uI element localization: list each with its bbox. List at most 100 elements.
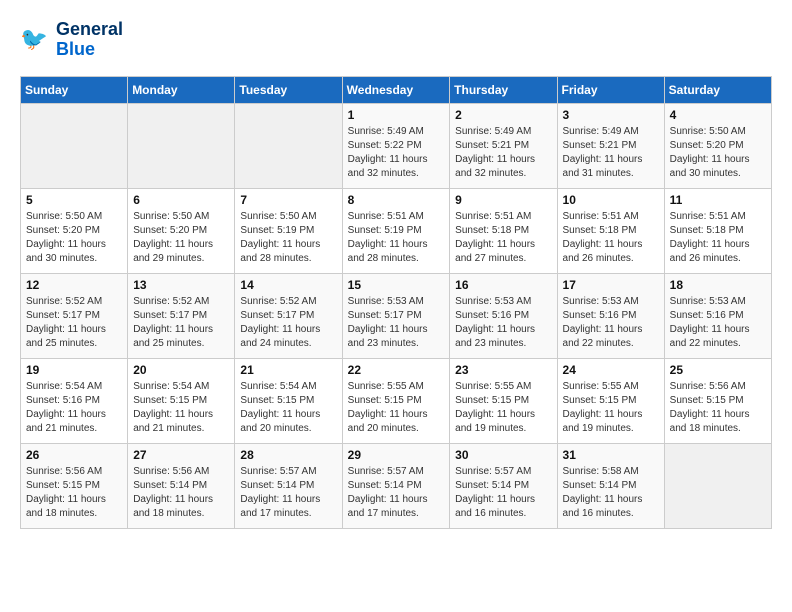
day-number: 14 — [240, 278, 336, 292]
logo-icon: 🐦 — [20, 24, 52, 56]
day-info: Sunrise: 5:50 AM Sunset: 5:20 PM Dayligh… — [133, 210, 229, 266]
day-info: Sunrise: 5:56 AM Sunset: 5:14 PM Dayligh… — [133, 465, 229, 521]
day-number: 5 — [26, 193, 122, 207]
column-header-friday: Friday — [557, 76, 664, 103]
day-info: Sunrise: 5:51 AM Sunset: 5:18 PM Dayligh… — [455, 210, 551, 266]
day-number: 24 — [563, 363, 659, 377]
day-info: Sunrise: 5:54 AM Sunset: 5:16 PM Dayligh… — [26, 380, 122, 436]
day-number: 23 — [455, 363, 551, 377]
day-cell: 30 Sunrise: 5:57 AM Sunset: 5:14 PM Dayli… — [450, 443, 557, 528]
day-cell: 20 Sunrise: 5:54 AM Sunset: 5:15 PM Dayli… — [128, 358, 235, 443]
day-info: Sunrise: 5:50 AM Sunset: 5:19 PM Dayligh… — [240, 210, 336, 266]
day-number: 9 — [455, 193, 551, 207]
day-number: 27 — [133, 448, 229, 462]
week-row-5: 26Sunrise: 5:56 AM Sunset: 5:15 PM Dayli… — [21, 443, 772, 528]
day-number: 7 — [240, 193, 336, 207]
column-header-sunday: Sunday — [21, 76, 128, 103]
day-cell: 13Sunrise: 5:52 AM Sunset: 5:17 PM Dayli… — [128, 273, 235, 358]
day-info: Sunrise: 5:53 AM Sunset: 5:16 PM Dayligh… — [455, 295, 551, 351]
header-row: SundayMondayTuesdayWednesdayThursdayFrid… — [21, 76, 772, 103]
column-header-wednesday: Wednesday — [342, 76, 450, 103]
day-cell: 5 Sunrise: 5:50 AM Sunset: 5:20 PM Daylig… — [21, 188, 128, 273]
logo: 🐦 General Blue — [20, 20, 123, 60]
day-cell — [235, 103, 342, 188]
calendar-body: 1 Sunrise: 5:49 AM Sunset: 5:22 PM Daylig… — [21, 103, 772, 528]
day-number: 19 — [26, 363, 122, 377]
day-cell: 11 Sunrise: 5:51 AM Sunset: 5:18 PM Dayli… — [664, 188, 771, 273]
day-info: Sunrise: 5:53 AM Sunset: 5:16 PM Dayligh… — [563, 295, 659, 351]
day-cell — [21, 103, 128, 188]
day-info: Sunrise: 5:51 AM Sunset: 5:19 PM Dayligh… — [348, 210, 445, 266]
day-cell: 1 Sunrise: 5:49 AM Sunset: 5:22 PM Daylig… — [342, 103, 450, 188]
day-number: 31 — [563, 448, 659, 462]
day-number: 16 — [455, 278, 551, 292]
day-cell: 12 Sunrise: 5:52 AM Sunset: 5:17 PM Dayli… — [21, 273, 128, 358]
day-info: Sunrise: 5:50 AM Sunset: 5:20 PM Dayligh… — [26, 210, 122, 266]
day-info: Sunrise: 5:54 AM Sunset: 5:15 PM Dayligh… — [133, 380, 229, 436]
day-info: Sunrise: 5:57 AM Sunset: 5:14 PM Dayligh… — [240, 465, 336, 521]
day-info: Sunrise: 5:49 AM Sunset: 5:21 PM Dayligh… — [455, 125, 551, 181]
day-cell: 26Sunrise: 5:56 AM Sunset: 5:15 PM Dayli… — [21, 443, 128, 528]
day-number: 12 — [26, 278, 122, 292]
logo-text: General Blue — [56, 20, 123, 60]
day-info: Sunrise: 5:51 AM Sunset: 5:18 PM Dayligh… — [563, 210, 659, 266]
day-cell — [128, 103, 235, 188]
day-cell: 21Sunrise: 5:54 AM Sunset: 5:15 PM Dayli… — [235, 358, 342, 443]
day-info: Sunrise: 5:53 AM Sunset: 5:17 PM Dayligh… — [348, 295, 445, 351]
day-info: Sunrise: 5:49 AM Sunset: 5:22 PM Dayligh… — [348, 125, 445, 181]
week-row-1: 1 Sunrise: 5:49 AM Sunset: 5:22 PM Daylig… — [21, 103, 772, 188]
day-cell: 27 Sunrise: 5:56 AM Sunset: 5:14 PM Dayli… — [128, 443, 235, 528]
day-cell: 24 Sunrise: 5:55 AM Sunset: 5:15 PM Dayli… — [557, 358, 664, 443]
day-number: 11 — [670, 193, 766, 207]
day-info: Sunrise: 5:51 AM Sunset: 5:18 PM Dayligh… — [670, 210, 766, 266]
week-row-4: 19 Sunrise: 5:54 AM Sunset: 5:16 PM Dayli… — [21, 358, 772, 443]
column-header-saturday: Saturday — [664, 76, 771, 103]
day-info: Sunrise: 5:52 AM Sunset: 5:17 PM Dayligh… — [240, 295, 336, 351]
day-cell: 8 Sunrise: 5:51 AM Sunset: 5:19 PM Daylig… — [342, 188, 450, 273]
day-cell: 6 Sunrise: 5:50 AM Sunset: 5:20 PM Daylig… — [128, 188, 235, 273]
day-info: Sunrise: 5:55 AM Sunset: 5:15 PM Dayligh… — [455, 380, 551, 436]
day-cell: 22Sunrise: 5:55 AM Sunset: 5:15 PM Dayli… — [342, 358, 450, 443]
day-number: 1 — [348, 108, 445, 122]
column-header-tuesday: Tuesday — [235, 76, 342, 103]
day-number: 25 — [670, 363, 766, 377]
day-number: 17 — [563, 278, 659, 292]
day-number: 21 — [240, 363, 336, 377]
day-cell: 19 Sunrise: 5:54 AM Sunset: 5:16 PM Dayli… — [21, 358, 128, 443]
svg-text:🐦: 🐦 — [20, 26, 48, 51]
day-number: 15 — [348, 278, 445, 292]
day-cell: 3Sunrise: 5:49 AM Sunset: 5:21 PM Daylig… — [557, 103, 664, 188]
day-cell: 25Sunrise: 5:56 AM Sunset: 5:15 PM Dayli… — [664, 358, 771, 443]
day-info: Sunrise: 5:52 AM Sunset: 5:17 PM Dayligh… — [26, 295, 122, 351]
day-number: 8 — [348, 193, 445, 207]
day-cell: 18Sunrise: 5:53 AM Sunset: 5:16 PM Dayli… — [664, 273, 771, 358]
column-header-thursday: Thursday — [450, 76, 557, 103]
column-header-monday: Monday — [128, 76, 235, 103]
day-number: 4 — [670, 108, 766, 122]
day-number: 30 — [455, 448, 551, 462]
day-info: Sunrise: 5:55 AM Sunset: 5:15 PM Dayligh… — [563, 380, 659, 436]
day-cell: 28 Sunrise: 5:57 AM Sunset: 5:14 PM Dayli… — [235, 443, 342, 528]
calendar-header: SundayMondayTuesdayWednesdayThursdayFrid… — [21, 76, 772, 103]
day-cell: 10 Sunrise: 5:51 AM Sunset: 5:18 PM Dayli… — [557, 188, 664, 273]
day-cell: 14 Sunrise: 5:52 AM Sunset: 5:17 PM Dayli… — [235, 273, 342, 358]
day-info: Sunrise: 5:50 AM Sunset: 5:20 PM Dayligh… — [670, 125, 766, 181]
week-row-2: 5 Sunrise: 5:50 AM Sunset: 5:20 PM Daylig… — [21, 188, 772, 273]
day-number: 3 — [563, 108, 659, 122]
day-number: 2 — [455, 108, 551, 122]
day-cell: 4 Sunrise: 5:50 AM Sunset: 5:20 PM Daylig… — [664, 103, 771, 188]
day-number: 28 — [240, 448, 336, 462]
day-info: Sunrise: 5:57 AM Sunset: 5:14 PM Dayligh… — [455, 465, 551, 521]
day-number: 20 — [133, 363, 229, 377]
day-number: 18 — [670, 278, 766, 292]
day-number: 6 — [133, 193, 229, 207]
day-number: 29 — [348, 448, 445, 462]
day-number: 10 — [563, 193, 659, 207]
day-info: Sunrise: 5:55 AM Sunset: 5:15 PM Dayligh… — [348, 380, 445, 436]
day-info: Sunrise: 5:56 AM Sunset: 5:15 PM Dayligh… — [26, 465, 122, 521]
day-info: Sunrise: 5:58 AM Sunset: 5:14 PM Dayligh… — [563, 465, 659, 521]
page-header: 🐦 General Blue — [20, 20, 772, 60]
day-cell: 15 Sunrise: 5:53 AM Sunset: 5:17 PM Dayli… — [342, 273, 450, 358]
day-cell: 31 Sunrise: 5:58 AM Sunset: 5:14 PM Dayli… — [557, 443, 664, 528]
day-cell — [664, 443, 771, 528]
